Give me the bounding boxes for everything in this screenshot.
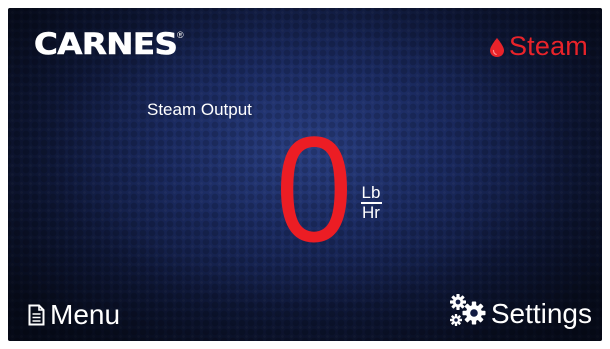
hmi-screen: CARNES ® Steam Steam Output 0 Lb Hr Menu…: [8, 8, 602, 341]
menu-label: Menu: [50, 299, 121, 330]
menu-button[interactable]: Menu: [28, 301, 120, 329]
unit-denominator: Hr: [362, 202, 380, 222]
settings-label: Settings: [490, 298, 592, 329]
unit-numerator: Lb: [361, 183, 381, 202]
document-icon: [28, 304, 45, 326]
registered-mark: ®: [177, 30, 184, 40]
water-drop-icon: [488, 36, 506, 58]
output-unit: Lb Hr: [360, 184, 382, 222]
settings-button[interactable]: Settings: [449, 293, 592, 329]
steam-output-value: 0: [275, 105, 353, 273]
steam-mode-indicator[interactable]: Steam: [488, 33, 588, 60]
gears-icon: [449, 293, 487, 329]
carnes-logo: CARNES ®: [34, 27, 184, 61]
steam-mode-label: Steam: [508, 31, 588, 61]
logo-text: CARNES: [34, 27, 179, 61]
steam-output-label: Steam Output: [147, 100, 252, 119]
